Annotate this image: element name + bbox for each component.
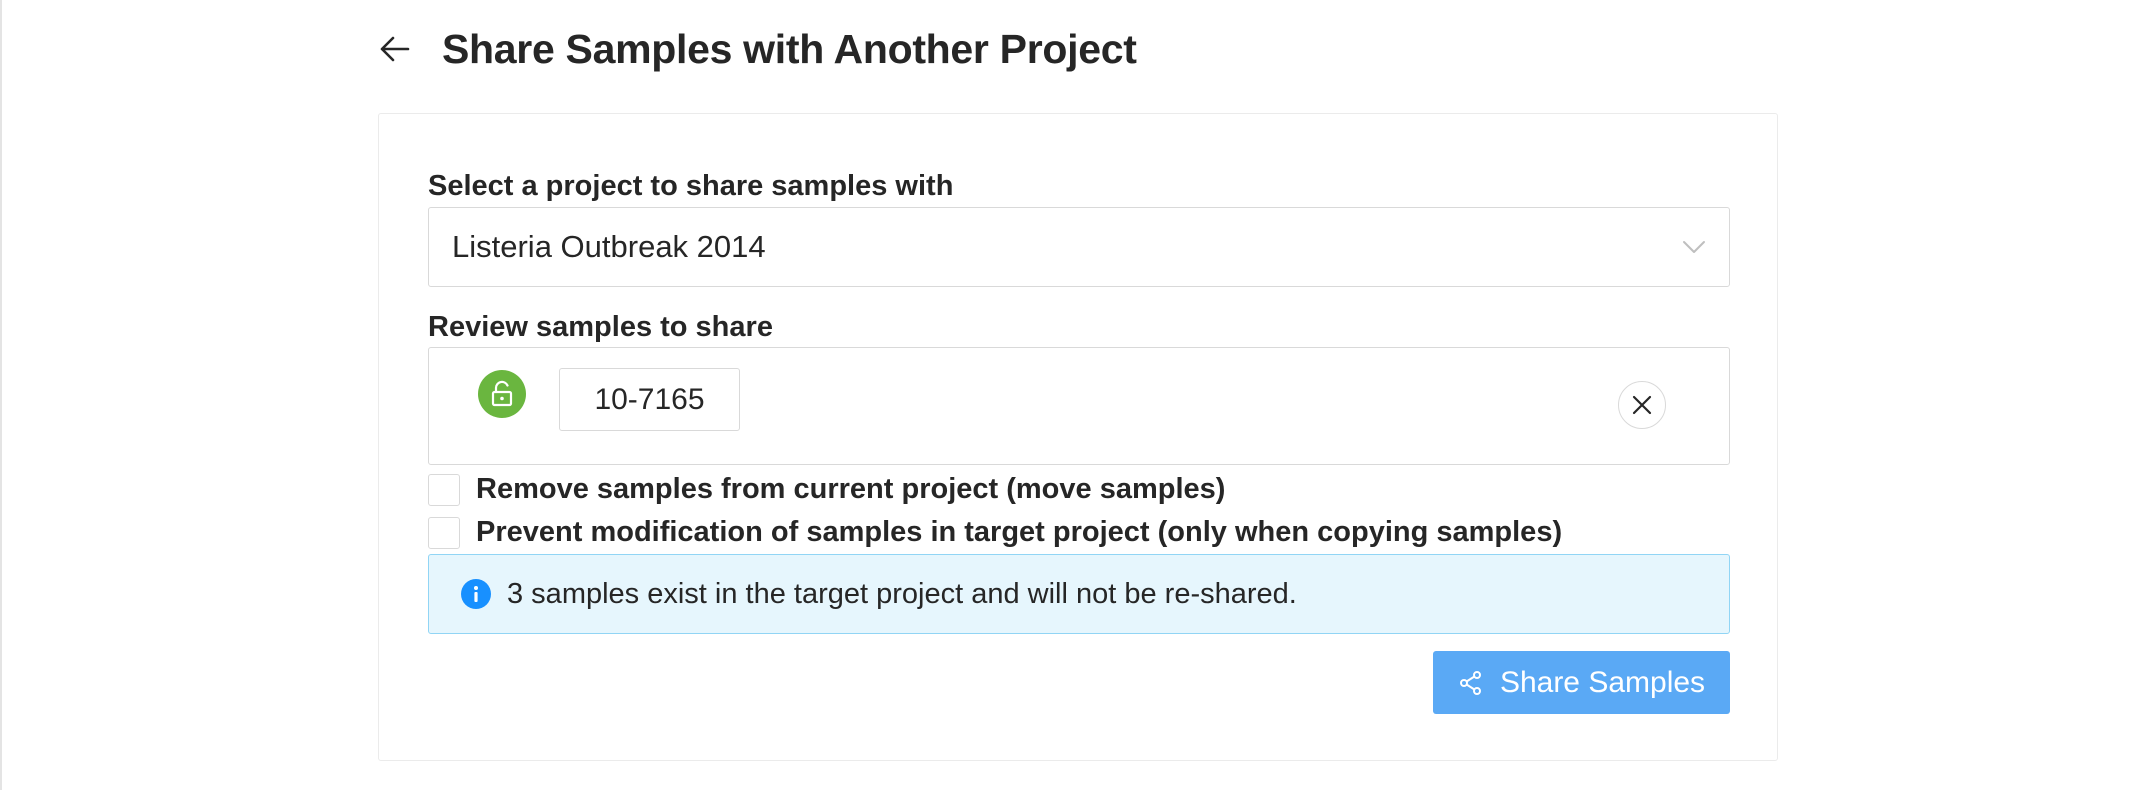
samples-review-label: Review samples to share xyxy=(428,311,773,343)
share-samples-button[interactable]: Share Samples xyxy=(1433,651,1730,714)
prevent-modification-option[interactable]: Prevent modification of samples in targe… xyxy=(428,516,1562,549)
share-icon xyxy=(1459,670,1481,695)
remove-samples-option[interactable]: Remove samples from current project (mov… xyxy=(428,473,1225,506)
alert-message: 3 samples exist in the target project an… xyxy=(507,577,1297,610)
sample-tag: 10-7165 xyxy=(559,368,740,431)
project-select-label: Select a project to share samples with xyxy=(428,170,954,202)
prevent-modification-label: Prevent modification of samples in targe… xyxy=(476,516,1563,548)
remove-samples-label: Remove samples from current project (mov… xyxy=(476,473,1226,505)
page-header: Share Samples with Another Project xyxy=(375,18,1137,80)
remove-sample-button[interactable] xyxy=(1618,381,1666,429)
remove-samples-checkbox[interactable] xyxy=(428,473,460,506)
samples-list: 10-7165 xyxy=(428,347,1730,465)
project-select-value: Listeria Outbreak 2014 xyxy=(452,229,766,264)
prevent-modification-checkbox[interactable] xyxy=(428,516,460,549)
info-alert: 3 samples exist in the target project an… xyxy=(428,554,1730,634)
close-icon xyxy=(1632,395,1652,415)
page-title: Share Samples with Another Project xyxy=(442,25,1137,72)
info-circle-icon xyxy=(461,579,491,609)
back-button[interactable] xyxy=(375,29,415,69)
arrow-left-icon xyxy=(380,36,410,62)
window-edge xyxy=(0,0,2,790)
unlock-icon xyxy=(478,370,526,418)
chevron-down-icon xyxy=(1683,241,1705,253)
share-samples-label: Share Samples xyxy=(1499,665,1706,699)
project-select[interactable]: Listeria Outbreak 2014 xyxy=(428,207,1730,287)
